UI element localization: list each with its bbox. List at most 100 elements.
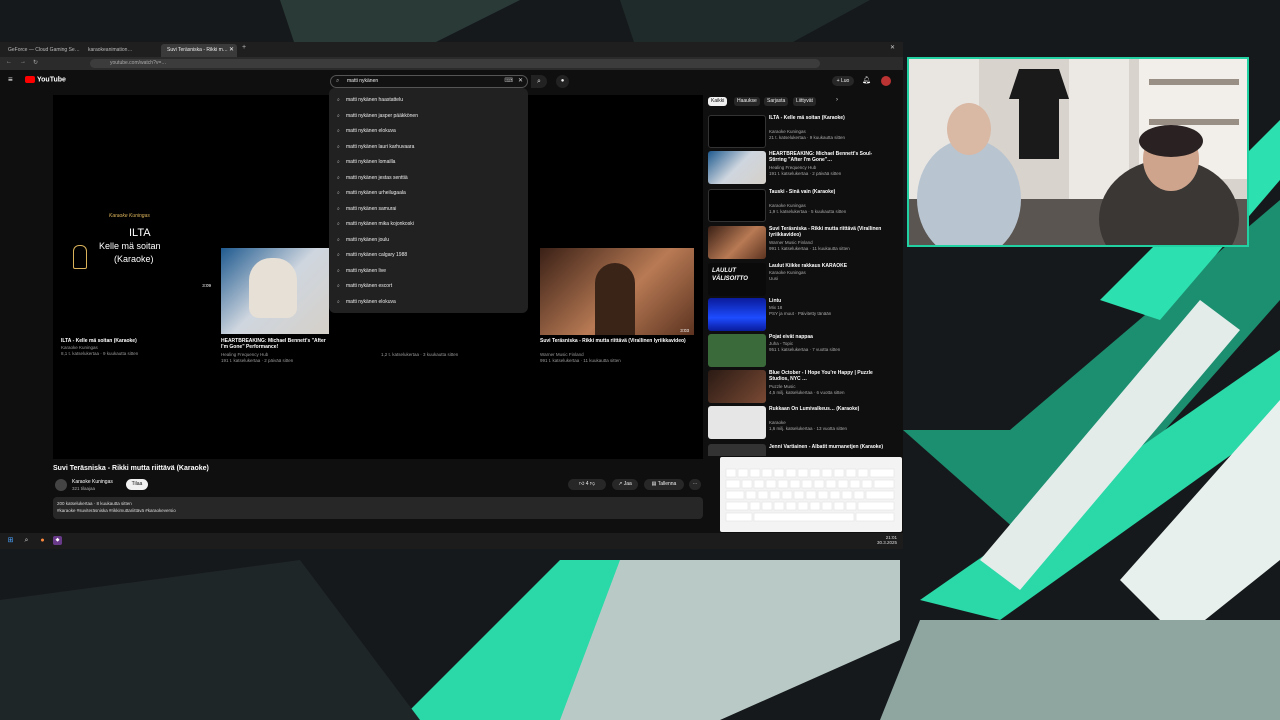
back-icon[interactable]: ← — [6, 59, 12, 65]
browser-tab-strip: GeForce — Cloud Gaming Se… karaokeanimat… — [0, 42, 903, 57]
endscreen-card[interactable]: Karaoke Kuningas ILTA Kelle mä soitan (K… — [59, 205, 217, 290]
start-icon[interactable]: ⊞ — [6, 536, 15, 545]
windows-taskbar: ⊞ ⌕ ● ◆ 21:01 30.3.2025 — [0, 533, 903, 549]
more-actions-icon[interactable]: ⋯ — [689, 479, 701, 490]
suggestion-item[interactable]: ⌕ matti nykänen elokuva — [337, 299, 396, 305]
share-button[interactable]: ↗ Jaa — [612, 479, 638, 490]
suggestion-item[interactable]: ⌕ matti nykänen samurai — [337, 206, 396, 212]
suggestion-item[interactable]: ⌕ matti nykänen calgary 1988 — [337, 252, 407, 258]
suggestion-item[interactable]: ⌕ matti nykänen live — [337, 268, 386, 274]
suggestion-text: matti nykänen calgary 1988 — [346, 252, 408, 258]
create-button[interactable]: + Luo — [832, 76, 854, 86]
recommendation-item[interactable]: Lintu Mix 18 PSY ja muut · Päivitetty tä… — [708, 298, 898, 334]
youtube-logo[interactable]: YouTube — [25, 76, 66, 83]
share-label: Jaa — [623, 481, 632, 487]
app-icon[interactable]: ◆ — [53, 536, 62, 545]
video-thumbnail — [708, 298, 766, 331]
recommendation-item[interactable]: Jenni Vartiainen - Albatit murnanetjen (… — [708, 444, 898, 456]
browser-tab-active[interactable]: Suvi Teräsniska - Rikki m… ✕ — [161, 44, 237, 57]
suggestion-item[interactable]: ⌕ matti nykänen joulu — [337, 237, 389, 243]
endscreen-title[interactable]: HEARTBREAKING: Michael Bennett's "After … — [221, 338, 329, 350]
save-button[interactable]: ▤ Tallenna — [644, 479, 684, 490]
endscreen-card[interactable] — [221, 248, 329, 334]
video-thumbnail — [708, 444, 766, 456]
recommendation-meta: 21 t. katselukertaa · 9 kuukautta sitten — [769, 135, 846, 140]
system-clock[interactable]: 21:01 30.3.2025 — [877, 535, 897, 545]
endscreen-channel: Warner Music Finland — [540, 352, 584, 357]
description-box[interactable]: 200 katselukertaa · 8 kuukautta sitten #… — [53, 497, 703, 519]
notifications-icon[interactable]: 🔔︎ — [862, 76, 871, 84]
recommendation-item[interactable]: Pojat eivät nappaa Juha - Topic 951 t. k… — [708, 334, 898, 370]
endscreen-title[interactable]: ILTA - Kelle mä soitan (Karaoke) — [61, 338, 137, 344]
recommendation-channel: Karaoke — [769, 420, 786, 425]
search-icon: ⌕ — [337, 252, 340, 258]
suggestion-item[interactable]: ⌕ matti nykänen jestas senttiä — [337, 175, 408, 181]
chip[interactable]: Haaukse — [734, 97, 760, 106]
video-thumbnail — [708, 406, 766, 439]
suggestion-text: matti nykänen haastattelu — [346, 97, 403, 103]
suggestion-item[interactable]: ⌕ matti nykänen haastattelu — [337, 97, 403, 103]
search-input[interactable]: ⌕ matti nykänen ⌨ ✕ — [330, 75, 528, 88]
recommendation-item[interactable]: Blue October - I Hope You're Happy | Puz… — [708, 370, 898, 406]
chevron-right-icon[interactable]: › — [836, 97, 838, 103]
recommendation-meta: 1,6 milj. katselukertaa · 13 vuotta sitt… — [769, 426, 848, 431]
recommendation-item[interactable]: Tauski - Sinä vain (Karaoke) Karaoke Kun… — [708, 189, 898, 225]
close-tab-icon[interactable]: ✕ — [229, 44, 234, 57]
suggestion-item[interactable]: ⌕ matti nykänen escort — [337, 283, 392, 289]
avatar[interactable] — [881, 76, 891, 86]
recommendation-item[interactable]: Suvi Teräsniska - Rikki mutta riittävä (… — [708, 226, 898, 262]
channel-name[interactable]: Karaoke Kuningas — [72, 479, 113, 485]
reload-icon[interactable]: ↻ — [33, 59, 38, 66]
webcam-feed — [909, 59, 1247, 245]
keyboard-icon[interactable]: ⌨ — [504, 76, 513, 87]
subscribe-button[interactable]: Tilaa — [126, 479, 148, 490]
video-thumbnail — [708, 334, 766, 367]
search-icon: ⌕ — [337, 97, 340, 103]
suggestion-item[interactable]: ⌕ matti nykänen elokuva — [337, 128, 396, 134]
search-suggestions: ⌕ matti nykänen haastattelu ⌕ matti nykäne… — [329, 88, 528, 313]
recommendation-item[interactable]: LAULUT VÄLISOITTO Laulut Kiikke rakkaus … — [708, 263, 898, 299]
address-bar[interactable]: youtube.com/watch?v=… — [90, 59, 820, 68]
suggestion-item[interactable]: ⌕ matti nykänen lauri karhuvaara — [337, 144, 414, 150]
chip[interactable]: Liittyvät — [793, 97, 816, 106]
forward-icon[interactable]: → — [20, 59, 26, 65]
browser-tab[interactable]: karaokeanimation… — [82, 44, 158, 57]
search-icon[interactable]: ⌕ — [22, 536, 31, 545]
suggestion-item[interactable]: ⌕ matti nykänen mika kojonkoski — [337, 221, 414, 227]
menu-icon[interactable]: ≡ — [8, 75, 13, 84]
endscreen-title[interactable]: Suvi Teräsniska - Rikki mutta riittävä (… — [540, 338, 694, 344]
chip[interactable]: Sarjasta — [764, 97, 789, 106]
recommendation-meta: 4,5 milj. katselukertaa · 6 vuotta sitte… — [769, 390, 845, 395]
recommendation-item[interactable]: Rukkaan On Lumivalkeus… (Karaoke) Karaok… — [708, 406, 898, 442]
suggestion-text: matti nykänen jestas senttiä — [346, 174, 408, 181]
endscreen-card[interactable]: 3:03 — [540, 248, 694, 335]
firefox-icon[interactable]: ● — [38, 536, 47, 545]
chip[interactable]: Kaikki — [708, 97, 728, 106]
recommendation-item[interactable]: ILTA - Kelle mä soitan (Karaoke) Karaoke… — [708, 115, 898, 151]
recommendation-channel: Karaoke Kuningas — [769, 203, 806, 208]
suggestion-text: matti nykänen samurai — [346, 205, 397, 212]
duration: 3:09 — [202, 283, 211, 288]
recommendation-channel: Healing Frequency Hub — [769, 165, 817, 170]
voice-search-button[interactable]: ● — [556, 75, 569, 88]
card-brand: Karaoke Kuningas — [109, 213, 150, 219]
endscreen-channel: Healing Frequency Hub — [221, 352, 269, 357]
new-tab-icon[interactable]: + — [242, 44, 246, 51]
description-line: #karaoke #suviteräsniska #rikkimuttariit… — [57, 508, 176, 513]
suggestion-item[interactable]: ⌕ matti nykänen jasper pääkkönen — [337, 113, 418, 119]
recommendation-title: Suvi Teräsniska - Rikki mutta riittävä (… — [769, 226, 882, 238]
clear-search-icon[interactable]: ✕ — [518, 76, 523, 87]
search-icon: ⌕ — [537, 78, 541, 85]
channel-avatar[interactable] — [55, 479, 67, 491]
video-thumbnail — [708, 189, 766, 222]
like-dislike-button[interactable]: 👍︎ 4 👎︎ — [568, 479, 606, 490]
close-window-icon[interactable]: ✕ — [890, 44, 895, 51]
endscreen-channel: Karaoke Kuningas — [61, 345, 98, 350]
suggestion-item[interactable]: ⌕ matti nykänen lomailla — [337, 159, 395, 165]
suggestion-item[interactable]: ⌕ matti nykänen urheilugaala — [337, 190, 406, 196]
thumbs-up-icon: 👍︎ — [579, 481, 585, 487]
on-screen-keyboard[interactable] — [720, 457, 902, 532]
recommendation-item[interactable]: HEARTBREAKING: Michael Bennett's Soul-St… — [708, 151, 898, 187]
browser-tab[interactable]: GeForce — Cloud Gaming Se… — [2, 44, 80, 57]
search-button[interactable]: ⌕ — [531, 75, 547, 88]
